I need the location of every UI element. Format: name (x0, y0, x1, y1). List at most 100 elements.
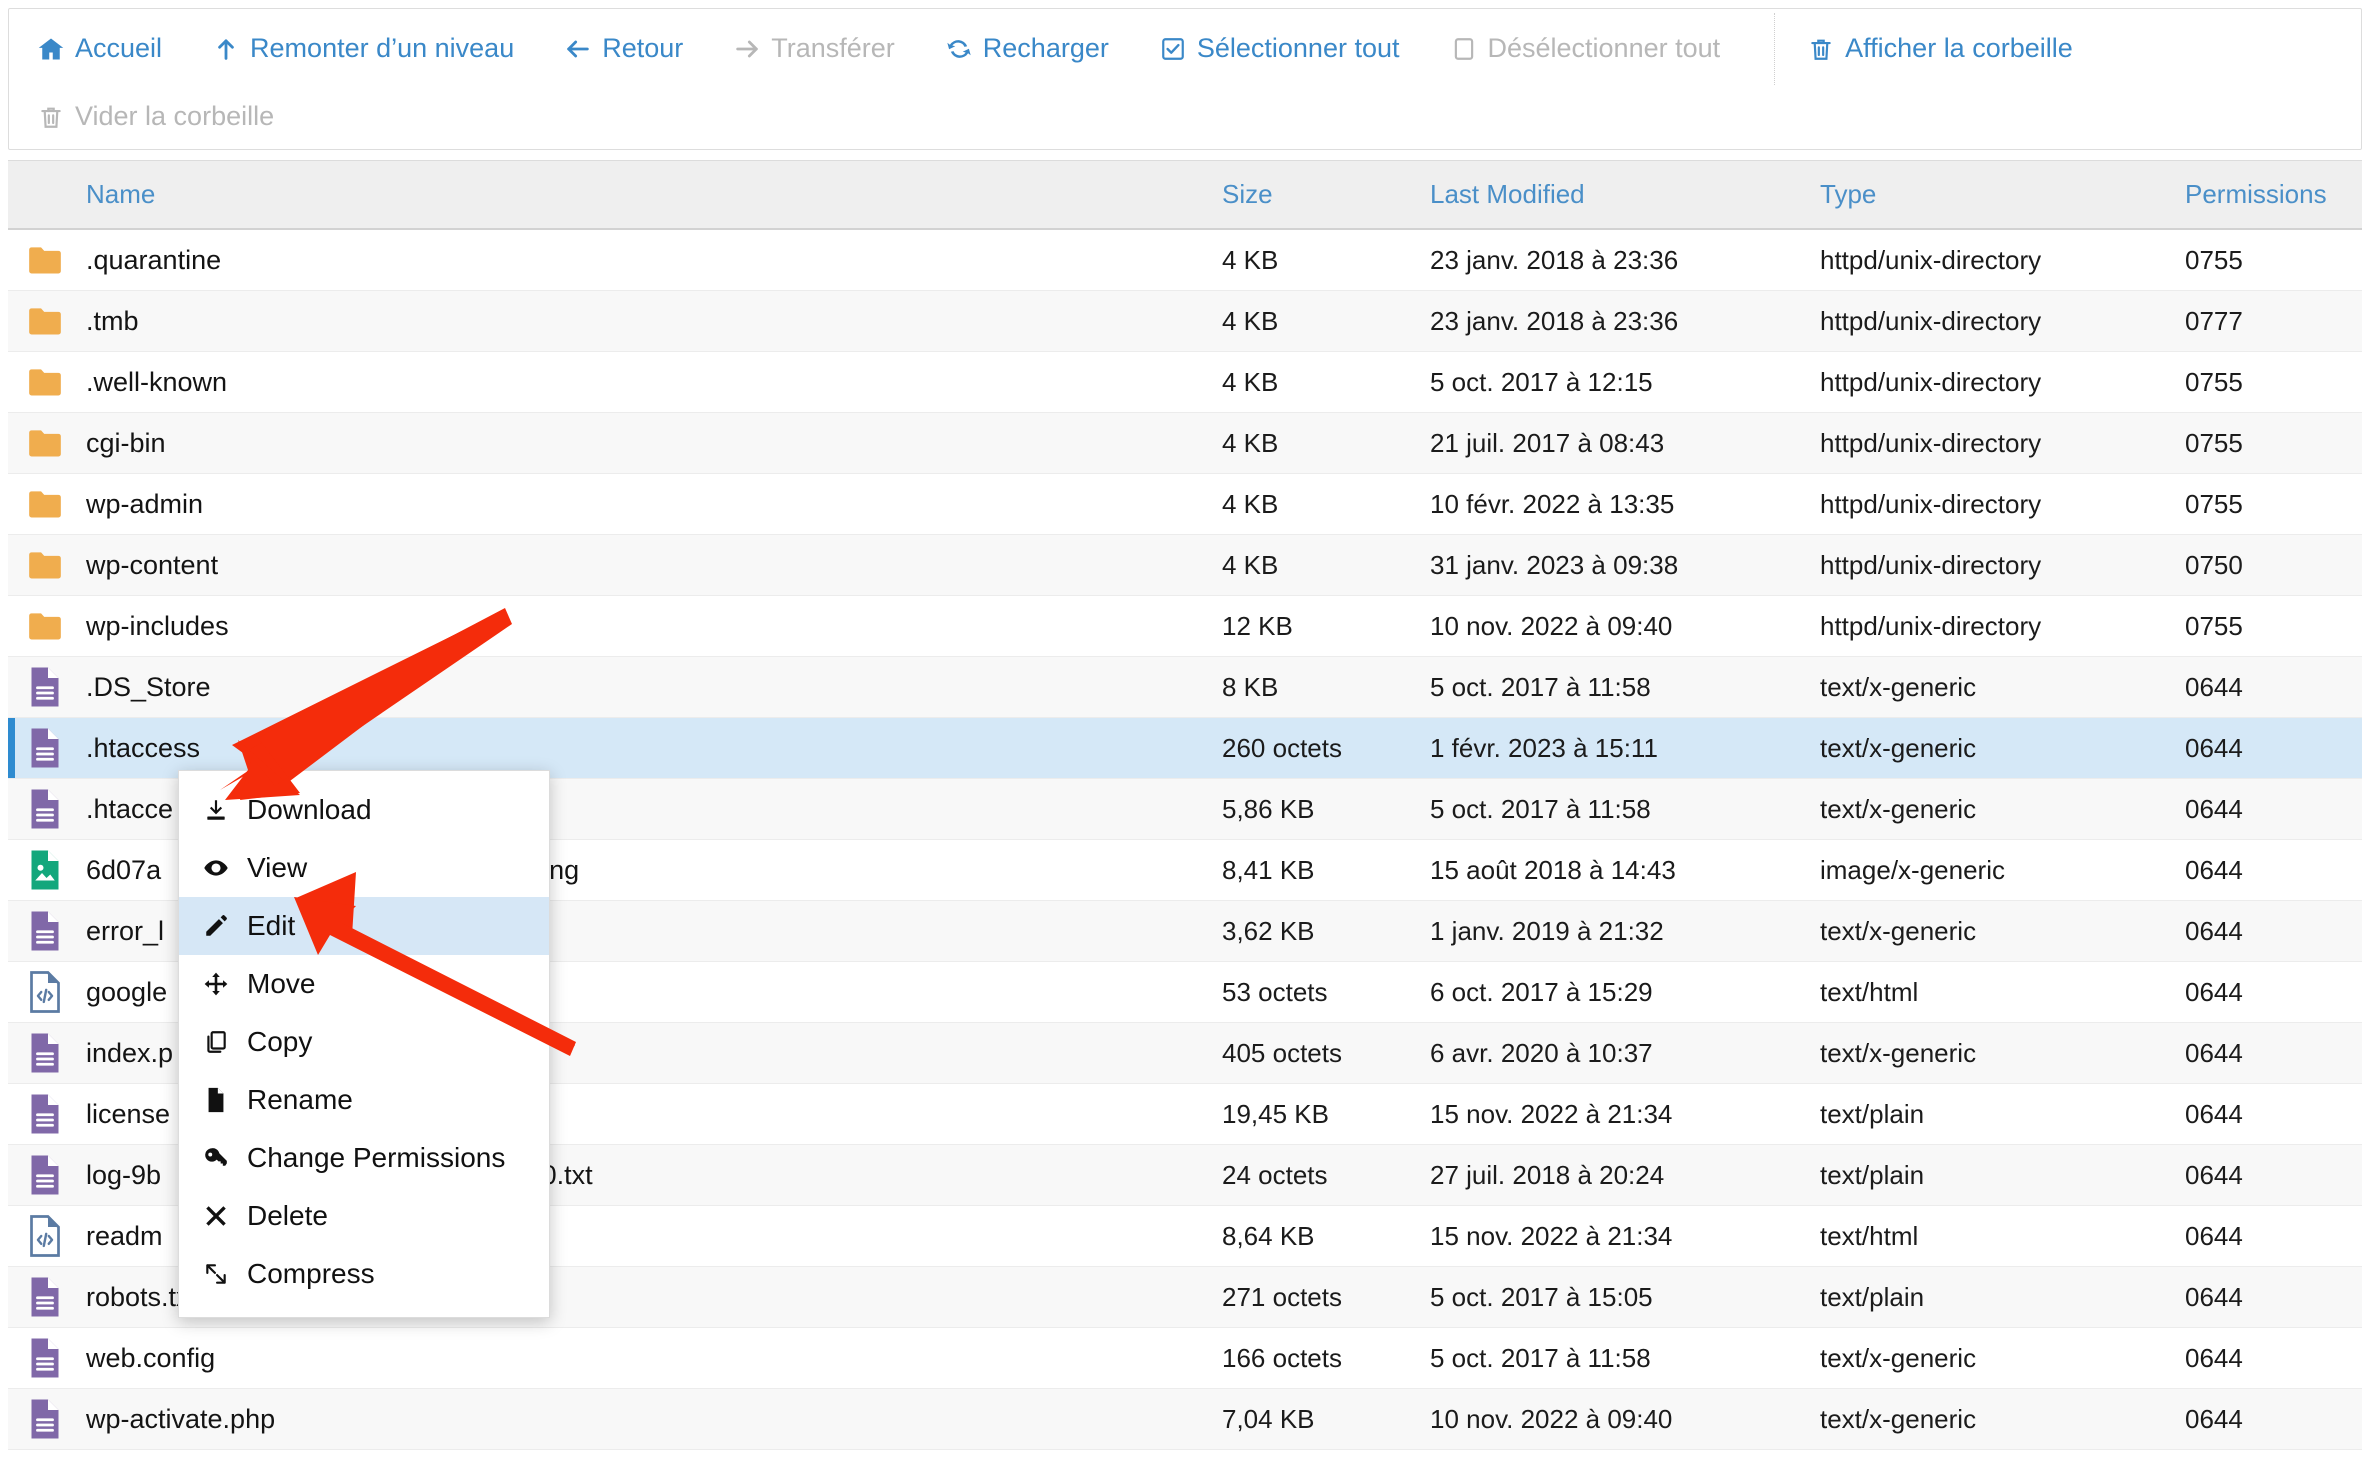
text-file-icon (26, 1398, 64, 1440)
file-permissions-cell[interactable]: 0644 (2185, 733, 2355, 764)
context-menu-item-delete[interactable]: Delete (179, 1187, 549, 1245)
file-type-cell: text/plain (1820, 1159, 1925, 1190)
file-permissions-cell[interactable]: 0755 (2185, 245, 2355, 276)
toolbar: Accueil Remonter d’un niveau Retour Tran… (8, 8, 2362, 150)
file-size-cell: 166 octets (1222, 1342, 1342, 1373)
file-name-cell[interactable]: wp-admin (8, 483, 1222, 525)
up-one-level-button[interactable]: Remonter d’un niveau (208, 29, 524, 69)
file-name-label: cgi-bin (86, 427, 166, 458)
table-row[interactable]: wp-activate.php 7,04 KB 10 nov. 2022 à 09:… (8, 1389, 2362, 1450)
context-menu-item-download[interactable]: Download (179, 781, 549, 839)
file-name-label: wp-activate.php (86, 1403, 276, 1434)
file-name-cell[interactable]: .well-known (8, 361, 1222, 403)
file-name-cell[interactable]: .quarantine (8, 239, 1222, 281)
file-name-cell[interactable]: .DS_Store (8, 666, 1222, 708)
table-row[interactable]: cgi-bin 4 KB 21 juil. 2017 à 08:43 httpd/un… (8, 413, 2362, 474)
file-name-cell[interactable]: .tmb (8, 300, 1222, 342)
file-permissions-cell[interactable]: 0755 (2185, 367, 2355, 398)
context-menu-item-edit[interactable]: Edit (179, 897, 549, 955)
file-size-cell: 4 KB (1222, 549, 1279, 580)
context-menu-item-label: Compress (247, 1258, 375, 1289)
table-row[interactable]: wp-includes 12 KB 10 nov. 2022 à 09:40 http… (8, 596, 2362, 657)
download-icon (201, 797, 231, 823)
file-permissions-cell[interactable]: 0755 (2185, 489, 2355, 520)
context-menu-item-rename[interactable]: Rename (179, 1071, 549, 1129)
file-size-cell: 4 KB (1222, 488, 1279, 519)
file-name-label: log-9b (86, 1159, 162, 1190)
copy-icon (201, 1029, 231, 1055)
text-file-icon (26, 727, 64, 769)
table-row[interactable]: .well-known 4 KB 5 oct. 2017 à 12:15 httpd/… (8, 352, 2362, 413)
file-permissions-cell[interactable]: 0644 (2185, 916, 2355, 947)
context-menu-item-compress[interactable]: Compress (179, 1245, 549, 1303)
file-size-cell: 4 KB (1222, 305, 1279, 336)
file-name-label: web.config (86, 1342, 216, 1373)
move-arrows-icon (201, 971, 231, 997)
file-name-cell[interactable]: cgi-bin (8, 422, 1222, 464)
text-file-icon (26, 788, 64, 830)
forward-button[interactable]: Transférer (729, 29, 905, 69)
file-name-label: .well-known (86, 366, 228, 397)
file-modified-cell: 23 janv. 2018 à 23:36 (1430, 305, 1679, 336)
file-size-cell: 5,86 KB (1222, 793, 1315, 824)
file-permissions-cell[interactable]: 0777 (2185, 306, 2355, 337)
context-menu-item-change-permissions[interactable]: Change Permissions (179, 1129, 549, 1187)
empty-trash-label: Vider la corbeille (75, 101, 275, 131)
table-row[interactable]: wp-content 4 KB 31 janv. 2023 à 09:38 httpd… (8, 535, 2362, 596)
home-button[interactable]: Accueil (33, 29, 172, 69)
select-all-button[interactable]: Sélectionner tout (1155, 29, 1410, 69)
column-header-permissions[interactable]: Permissions (2185, 179, 2355, 210)
file-name-cell[interactable]: wp-includes (8, 605, 1222, 647)
table-row[interactable]: wp-admin 4 KB 10 févr. 2022 à 13:35 httpd/u… (8, 474, 2362, 535)
file-name-cell[interactable]: .htaccess (8, 727, 1222, 769)
file-permissions-cell[interactable]: 0644 (2185, 1099, 2355, 1130)
file-name-cell[interactable]: wp-content (8, 544, 1222, 586)
file-name-label: index.p (86, 1037, 174, 1068)
file-permissions-cell[interactable]: 0750 (2185, 550, 2355, 581)
file-name-cell[interactable]: web.config (8, 1337, 1222, 1379)
file-permissions-cell[interactable]: 0644 (2185, 794, 2355, 825)
file-modified-cell: 5 oct. 2017 à 11:58 (1430, 1342, 1651, 1373)
column-header-last-modified[interactable]: Last Modified (1430, 179, 1820, 210)
context-menu-item-view[interactable]: View (179, 839, 549, 897)
table-row[interactable]: .DS_Store 8 KB 5 oct. 2017 à 11:58 text/x-g… (8, 657, 2362, 718)
file-type-cell: text/html (1820, 976, 1919, 1007)
file-name-cell[interactable]: wp-activate.php (8, 1398, 1222, 1440)
empty-trash-button[interactable]: Vider la corbeille (33, 97, 284, 137)
deselect-all-button[interactable]: Désélectionner tout (1446, 29, 1731, 69)
table-row[interactable]: .quarantine 4 KB 23 janv. 2018 à 23:36 http… (8, 230, 2362, 291)
file-size-cell: 3,62 KB (1222, 915, 1315, 946)
file-modified-cell: 5 oct. 2017 à 11:58 (1430, 671, 1651, 702)
context-menu-item-label: Move (247, 968, 316, 999)
column-header-size[interactable]: Size (1222, 179, 1430, 210)
file-permissions-cell[interactable]: 0755 (2185, 428, 2355, 459)
table-row[interactable]: .tmb 4 KB 23 janv. 2018 à 23:36 httpd/unix-… (8, 291, 2362, 352)
file-permissions-cell[interactable]: 0644 (2185, 1221, 2355, 1252)
context-menu-item-label: Copy (247, 1026, 313, 1057)
context-menu-item-label: Edit (247, 910, 296, 941)
file-permissions-cell[interactable]: 0644 (2185, 1404, 2355, 1435)
table-row[interactable]: web.config 166 octets 5 oct. 2017 à 11:58 t… (8, 1328, 2362, 1389)
back-button[interactable]: Retour (560, 29, 693, 69)
file-modified-cell: 1 janv. 2019 à 21:32 (1430, 915, 1664, 946)
text-file-icon (26, 1337, 64, 1379)
folder-icon (26, 544, 64, 586)
file-permissions-cell[interactable]: 0644 (2185, 1160, 2355, 1191)
file-type-cell: text/x-generic (1820, 1403, 1977, 1434)
file-permissions-cell[interactable]: 0755 (2185, 611, 2355, 642)
context-menu-item-move[interactable]: Move (179, 955, 549, 1013)
file-permissions-cell[interactable]: 0644 (2185, 977, 2355, 1008)
show-trash-button[interactable]: Afficher la corbeille (1803, 29, 2083, 69)
context-menu-item-copy[interactable]: Copy (179, 1013, 549, 1071)
file-permissions-cell[interactable]: 0644 (2185, 1282, 2355, 1313)
file-permissions-cell[interactable]: 0644 (2185, 1038, 2355, 1069)
column-header-type[interactable]: Type (1820, 179, 2185, 210)
column-header-name[interactable]: Name (8, 179, 1222, 210)
reload-button[interactable]: Recharger (941, 29, 1119, 69)
file-size-cell: 12 KB (1222, 610, 1293, 641)
file-permissions-cell[interactable]: 0644 (2185, 1343, 2355, 1374)
file-permissions-cell[interactable]: 0644 (2185, 855, 2355, 886)
file-type-cell: image/x-generic (1820, 854, 2005, 885)
file-permissions-cell[interactable]: 0644 (2185, 672, 2355, 703)
file-name-label: readm (86, 1220, 163, 1251)
